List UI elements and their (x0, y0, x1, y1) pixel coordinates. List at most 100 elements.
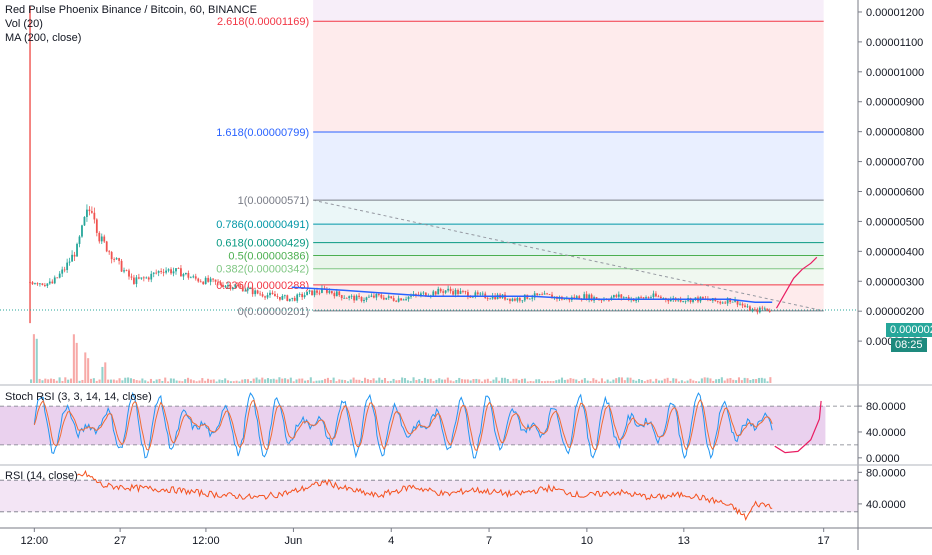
volume-bar (672, 378, 675, 383)
candle-body (335, 291, 338, 297)
candle-body (709, 300, 712, 301)
candle-body (56, 277, 59, 279)
candle-body (382, 297, 385, 300)
volume-bar (361, 380, 364, 383)
candle-body (81, 225, 83, 237)
volume-bar (575, 379, 578, 383)
candle-body (100, 236, 103, 242)
candle-body (340, 295, 343, 299)
volume-bar (755, 379, 758, 383)
candle-body (177, 268, 180, 269)
volume-bar (549, 381, 552, 383)
volume-bar (766, 381, 769, 383)
volume-bar (167, 381, 170, 383)
volume-bar (586, 380, 589, 383)
volume-bar (249, 380, 252, 383)
candle-body (266, 295, 269, 298)
volume-bar (589, 381, 592, 383)
candle-body (721, 302, 724, 304)
candle-body (612, 295, 615, 298)
candle-body (380, 294, 383, 298)
candle-body (318, 292, 321, 294)
volume-bar (598, 381, 601, 383)
candle-body (615, 295, 618, 297)
volume-bar (446, 377, 449, 383)
volume-bar (683, 381, 686, 383)
volume-bar (703, 377, 706, 383)
volume-bar (655, 378, 658, 383)
candle-body (536, 293, 539, 296)
candle-body (212, 278, 214, 280)
volume-bar (498, 380, 501, 383)
candle-body (328, 291, 331, 293)
volume-bar (689, 378, 692, 383)
candle-body (650, 297, 652, 298)
volume-bar (135, 380, 138, 383)
volume-bar (638, 379, 641, 383)
stoch-tick-label: 0.0000 (866, 453, 900, 465)
volume-bar (658, 380, 661, 383)
volume-bar (743, 377, 746, 383)
volume-bar (147, 381, 150, 383)
volume-bar (112, 379, 115, 383)
fib-zone-0.5 (313, 255, 824, 269)
volume-bar (64, 377, 67, 383)
candle-body (422, 292, 425, 294)
volume-bar (406, 380, 409, 383)
candle-body (506, 298, 509, 300)
candle-body (278, 296, 281, 300)
candle-body (538, 294, 541, 296)
volume-bar (458, 377, 461, 383)
volume-bar (578, 381, 581, 383)
volume-bar (481, 381, 484, 383)
fib-zone-1 (313, 200, 824, 225)
candle-body (172, 271, 175, 274)
candle-body (449, 288, 452, 292)
volume-layer (30, 334, 772, 383)
volume-bar (261, 377, 264, 383)
candle-body (155, 272, 158, 274)
volume-bar (152, 381, 155, 383)
volume-bar (392, 378, 395, 383)
candle-body (509, 298, 511, 302)
candle-body (71, 254, 73, 262)
chart-svg[interactable]: 0(0.00000201)0.236(0.00000288)0.382(0.00… (0, 0, 932, 550)
volume-bar (749, 380, 752, 383)
volume-bar (540, 381, 544, 383)
candle-body (330, 291, 333, 294)
volume-bar (523, 378, 526, 383)
candle-body (407, 296, 410, 300)
volume-bar (666, 377, 669, 383)
candle-body (303, 295, 306, 298)
candle-body (370, 295, 373, 297)
volume-bar (292, 381, 295, 383)
volume-bar (201, 378, 204, 383)
volume-bar (89, 378, 93, 383)
candle-body (123, 270, 125, 272)
volume-bar (760, 377, 763, 383)
volume-bar (58, 377, 61, 383)
candle-body (261, 294, 264, 297)
main-legend: Red Pulse Phoenix Binance / Bitcoin, 60,… (5, 3, 257, 45)
candle-body (41, 283, 44, 285)
volume-bar (609, 381, 612, 383)
candle-body (368, 296, 370, 298)
candle-body (244, 290, 247, 292)
candle-body (437, 288, 440, 295)
candle-body (348, 296, 351, 299)
volume-bar (649, 379, 652, 383)
volume-bar (723, 380, 726, 383)
volume-bar (632, 379, 635, 383)
candle-body (353, 295, 356, 301)
volume-bar (378, 377, 381, 383)
candle-body (410, 295, 412, 297)
candle-body (739, 303, 741, 305)
volume-bar (409, 380, 412, 383)
volume-bar (326, 377, 329, 383)
candle-body (753, 309, 756, 311)
candle-body (387, 296, 390, 298)
chart-root[interactable]: 0(0.00000201) 0.236(0.00000288) 0.382(0.00… (0, 0, 932, 550)
candle-body (224, 285, 227, 288)
candle-body (120, 260, 123, 272)
candle-body (293, 297, 296, 301)
